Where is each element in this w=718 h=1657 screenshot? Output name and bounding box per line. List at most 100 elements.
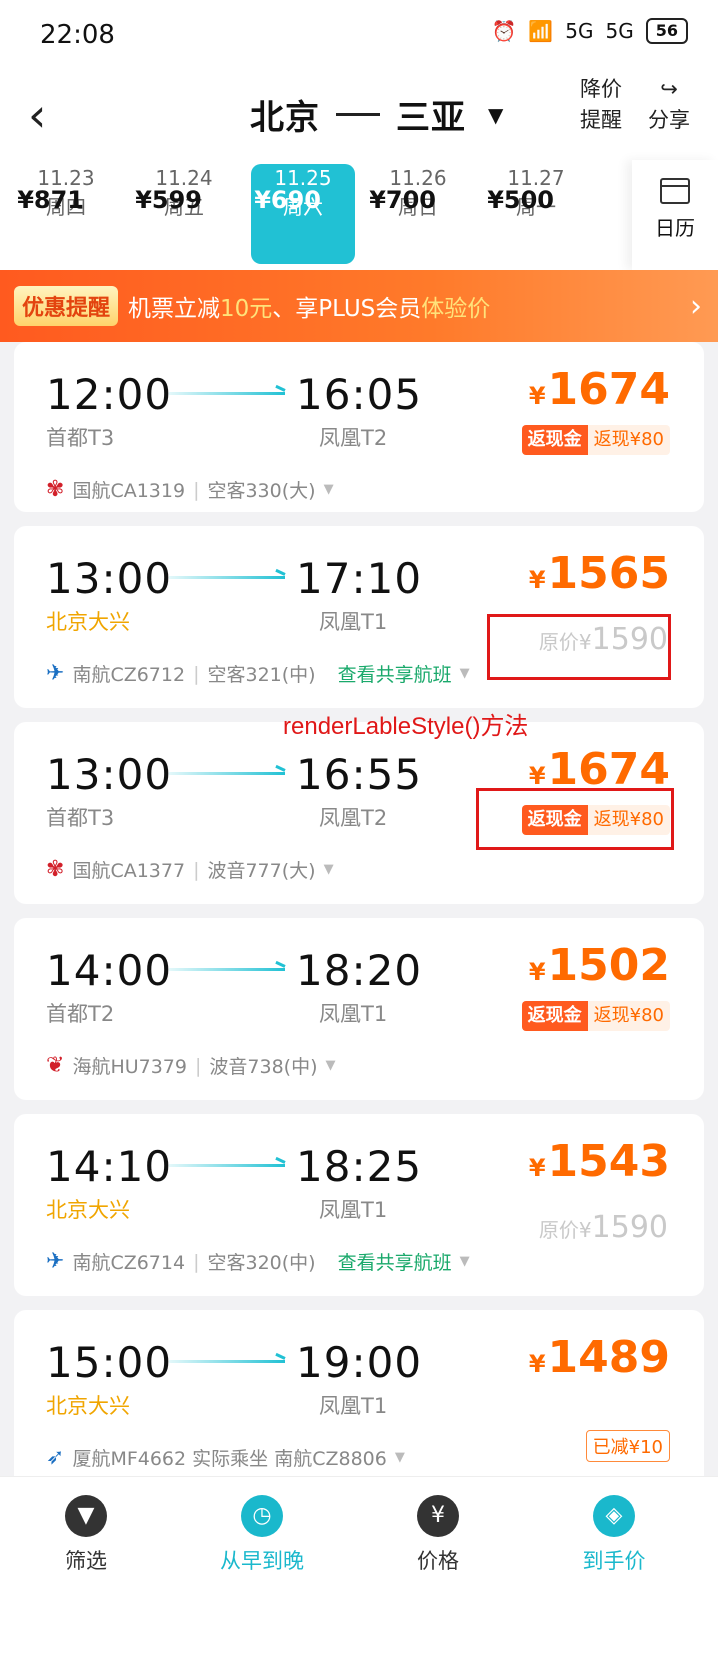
flight-price: ¥1565 (528, 548, 670, 599)
departure-time: 13:00 (46, 554, 173, 603)
tab-label: 筛选 (65, 1549, 107, 1573)
arrival-airport: 凤凰T1 (319, 1198, 388, 1222)
airline-info: ✾ 国航CA1377 | 波音777(大) ▼ (46, 856, 334, 883)
departure-airport: 北京大兴 (46, 1394, 130, 1418)
caret-down-icon[interactable]: ▼ (324, 482, 334, 497)
airline-info: ✾ 国航CA1319 | 空客330(大) ▼ (46, 476, 334, 503)
departure-time: 13:00 (46, 750, 173, 799)
promo-text: 机票立减10元、享PLUS会员体验价 (128, 289, 490, 323)
annotation-box (476, 788, 674, 850)
airline-flight: 国航CA1319 (72, 480, 186, 502)
clock-icon: ◷ (241, 1495, 283, 1537)
annotation-box (487, 614, 671, 680)
tab-final-price[interactable]: ◈ 到手价 (554, 1495, 674, 1575)
airline-flight: 厦航MF4662 实际乘坐 南航CZ8806 (72, 1448, 387, 1470)
date-tab[interactable]: 11.26 周日 ¥700 (366, 164, 470, 264)
china-southern-logo-icon: ✈ (46, 1249, 65, 1274)
calendar-label: 日历 (655, 216, 695, 240)
date-price: ¥700 (369, 186, 436, 214)
airline-info: ➶ 厦航MF4662 实际乘坐 南航CZ8806 ▼ (46, 1444, 405, 1471)
caret-down-icon[interactable]: ▼ (460, 666, 470, 681)
date-selector: 11.23 周四 ¥871 11.24 周五 ¥599 11.25 周六 ¥69… (0, 160, 718, 270)
price-alert-button[interactable]: 降价 提醒 (580, 74, 622, 136)
air-china-logo-icon: ✾ (46, 477, 65, 502)
tab-early-to-late[interactable]: ◷ 从早到晚 (202, 1495, 322, 1575)
status-time: 22:08 (40, 20, 115, 50)
hainan-airlines-logo-icon: ❦ (46, 1053, 65, 1078)
date-tab-selected[interactable]: 11.25 周六 ¥690 (251, 164, 355, 264)
caret-down-icon[interactable]: ▼ (324, 862, 334, 877)
date-tab[interactable]: 11.23 周四 ¥871 (14, 164, 118, 264)
shared-flight-link[interactable]: 查看共享航班 (338, 660, 452, 687)
origin-city: 北京 (250, 98, 320, 138)
tab-price[interactable]: ¥ 价格 (378, 1495, 498, 1575)
back-arrow-icon[interactable]: ‹ (28, 88, 46, 142)
signal-2: 5G (605, 19, 634, 43)
date-tab[interactable]: 11.27 周一 ¥500 (484, 164, 588, 264)
promo-highlight: 体验价 (421, 296, 491, 322)
divider: | (193, 858, 200, 881)
arrival-time: 17:10 (296, 554, 423, 603)
caret-down-icon[interactable]: ▼ (460, 1254, 470, 1269)
calendar-icon (660, 178, 690, 204)
flight-arrow (169, 576, 285, 579)
departure-airport: 首都T2 (46, 1002, 115, 1026)
departure-airport: 首都T3 (46, 426, 115, 450)
departure-airport: 首都T3 (46, 806, 115, 830)
airline-info: ✈ 南航CZ6712 | 空客321(中) 查看共享航班 ▼ (46, 660, 470, 687)
destination-city: 三亚 (396, 98, 466, 138)
tab-label: 从早到晚 (220, 1549, 304, 1573)
yen-icon: ¥ (417, 1495, 459, 1537)
route-title[interactable]: 北京 三亚 ▼ (250, 90, 504, 139)
tab-label: 到手价 (582, 1549, 646, 1573)
flight-card[interactable]: 14:10 18:25 北京大兴 凤凰T1 ¥1543 原价¥1590 ✈ 南航… (14, 1114, 704, 1296)
status-icons: ⏰ 📶 5G 5G 56 (491, 18, 688, 44)
calendar-button[interactable]: 日历 (632, 160, 718, 270)
share-button[interactable]: ↪ 分享 (648, 74, 690, 136)
aircraft-type: 波音738(中) (209, 1056, 318, 1078)
flight-price-value: 1674 (547, 364, 670, 415)
signal-1: 5G (565, 19, 594, 43)
caret-down-icon[interactable]: ▼ (395, 1450, 405, 1465)
tab-filter[interactable]: ▼ 筛选 (26, 1495, 146, 1575)
xiamen-airlines-logo-icon: ➶ (46, 1445, 65, 1470)
arrival-airport: 凤凰T1 (319, 1002, 388, 1026)
flight-card[interactable]: 14:00 18:20 首都T2 凤凰T1 ¥1502 返现金 返现¥80 ❦ 海… (14, 918, 704, 1100)
route-line (336, 113, 380, 116)
departure-airport: 北京大兴 (46, 1198, 130, 1222)
shared-flight-link[interactable]: 查看共享航班 (338, 1248, 452, 1275)
cashback-badge: 返现金 返现¥80 (521, 1001, 670, 1031)
flight-price: ¥1674 (528, 364, 670, 415)
caret-down-icon[interactable]: ▼ (326, 1058, 336, 1073)
filter-icon: ▼ (65, 1495, 107, 1537)
arrival-airport: 凤凰T1 (319, 610, 388, 634)
flight-card[interactable]: 15:00 19:00 北京大兴 凤凰T1 ¥1489 已减¥10 ➶ 厦航MF… (14, 1310, 704, 1490)
arrival-time: 16:05 (296, 370, 423, 419)
arrival-time: 18:25 (296, 1142, 423, 1191)
date-price: ¥500 (487, 186, 554, 214)
promo-banner[interactable]: 优惠提醒 机票立减10元、享PLUS会员体验价 › (0, 270, 718, 342)
price-alert-line2: 提醒 (580, 108, 622, 132)
tab-label: 价格 (417, 1549, 459, 1573)
date-tab[interactable]: 11.24 周五 ¥599 (132, 164, 236, 264)
airline-flight: 海航HU7379 (72, 1056, 187, 1078)
divider: | (195, 1054, 202, 1077)
divider: | (193, 662, 200, 685)
aircraft-type: 波音777(大) (207, 860, 316, 882)
original-price-label: 原价 (538, 1218, 579, 1242)
aircraft-type: 空客330(大) (207, 480, 316, 502)
flight-card[interactable]: 12:00 16:05 首都T3 凤凰T2 ¥1674 返现金 返现¥80 ✾ 国… (14, 342, 704, 512)
divider: | (193, 1250, 200, 1273)
departure-time: 15:00 (46, 1338, 173, 1387)
flight-price: ¥1489 (528, 1332, 670, 1383)
share-label: 分享 (648, 108, 690, 132)
airline-flight: 南航CZ6712 (72, 664, 186, 686)
promo-tag: 优惠提醒 (14, 286, 119, 326)
flight-price: ¥1502 (528, 940, 670, 991)
aircraft-type: 空客321(中) (207, 664, 316, 686)
departure-time: 12:00 (46, 370, 173, 419)
arrival-airport: 凤凰T2 (319, 806, 388, 830)
air-china-logo-icon: ✾ (46, 857, 65, 882)
share-icon: ↪ (660, 77, 678, 101)
cashback-value: 返现¥80 (587, 425, 670, 455)
